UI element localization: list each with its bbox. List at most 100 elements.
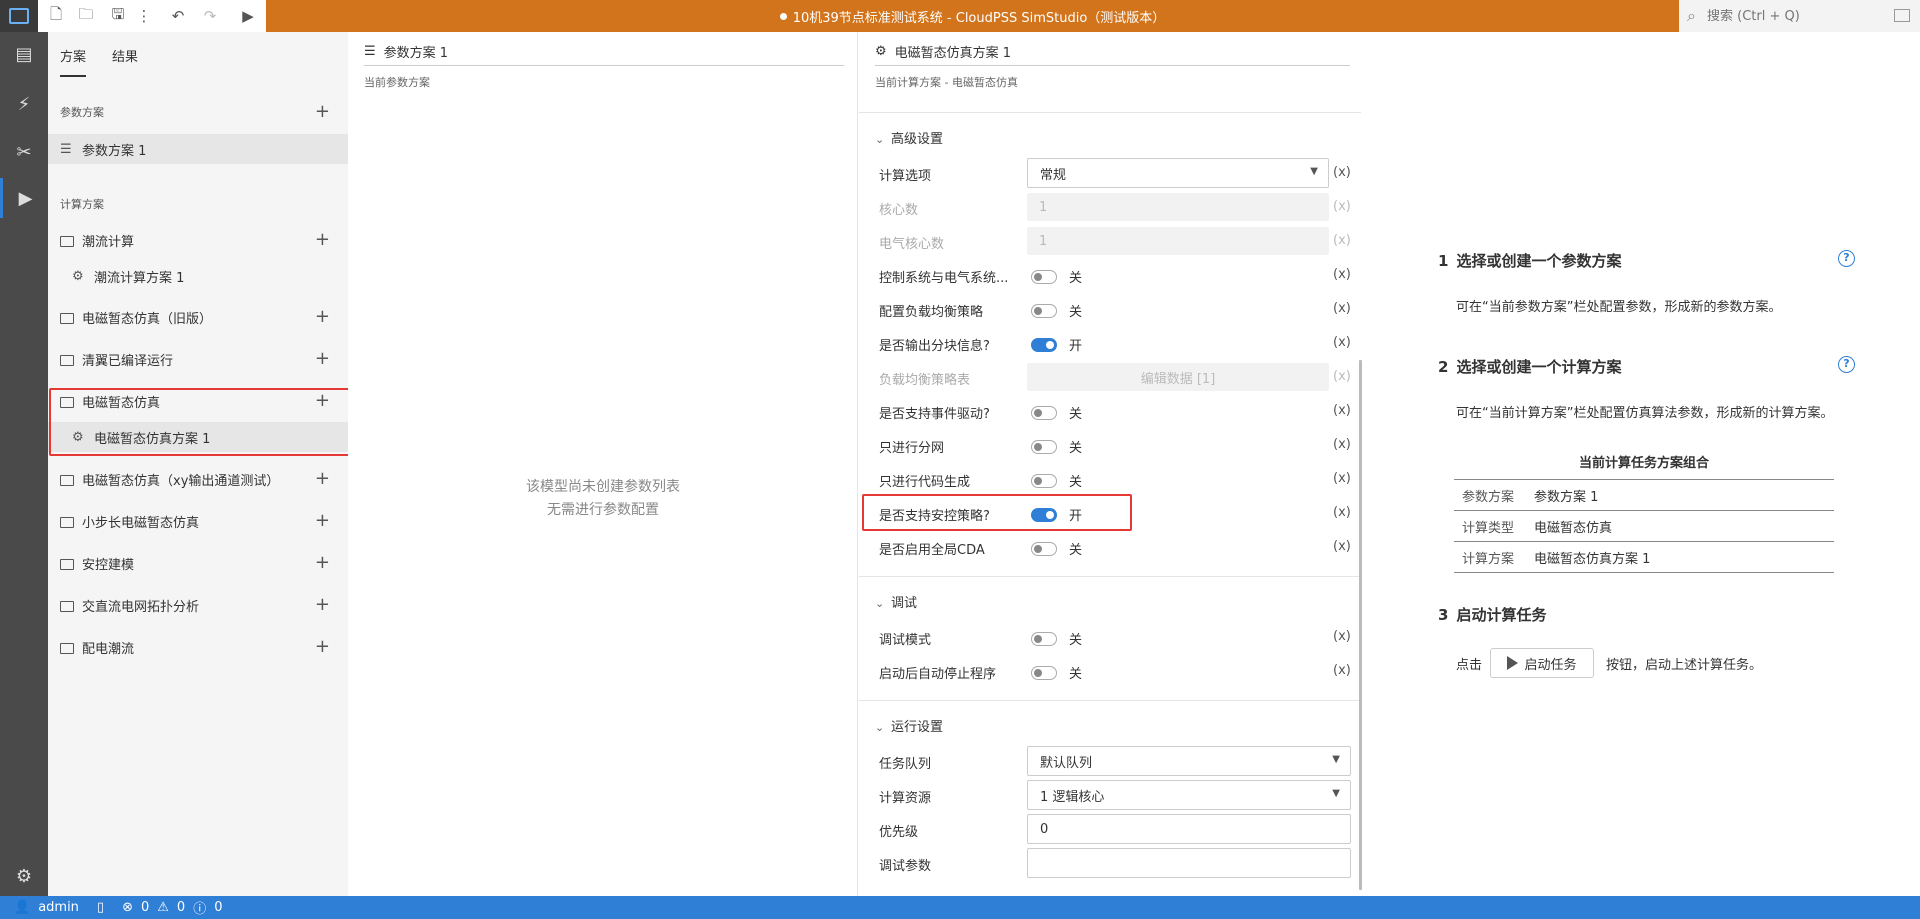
search-input[interactable] bbox=[1707, 8, 1867, 24]
priority-value: 0 bbox=[1040, 821, 1049, 837]
ctrl-sys-label: 控制系统与电气系统... bbox=[879, 271, 1009, 286]
expr-toggle[interactable]: (x) bbox=[1333, 403, 1351, 418]
debug-params-input[interactable] bbox=[1027, 848, 1351, 878]
calc-group[interactable]: 潮流计算 bbox=[48, 225, 348, 255]
calc-group[interactable]: 电磁暂态仿真（旧版） bbox=[48, 302, 348, 332]
balance-table-value: 编辑数据 [1] bbox=[1140, 371, 1216, 387]
start-task-button[interactable]: 启动任务 bbox=[1490, 648, 1594, 678]
step1-text: 可在“当前参数方案”栏处配置参数，形成新的参数方案。 bbox=[1456, 300, 1782, 315]
app-logo[interactable] bbox=[0, 0, 38, 32]
expr-toggle[interactable]: (x) bbox=[1333, 539, 1351, 554]
calc-panel-title: 电磁暂态仿真方案 1 bbox=[894, 46, 1012, 61]
calc-scheme-label: 潮流计算方案 1 bbox=[94, 270, 185, 286]
add-calc-button[interactable]: + bbox=[315, 596, 330, 614]
expr-toggle[interactable]: (x) bbox=[1333, 301, 1351, 316]
expr-toggle[interactable]: (x) bbox=[1333, 663, 1351, 678]
sliders-icon: ☰ bbox=[364, 44, 376, 59]
block-toggle[interactable] bbox=[1031, 338, 1057, 352]
window-icon[interactable] bbox=[1894, 9, 1910, 22]
calc-group-label: 小步长电磁暂态仿真 bbox=[82, 515, 200, 531]
highlight-box bbox=[49, 388, 357, 456]
add-calc-button[interactable]: + bbox=[315, 512, 330, 530]
expr-toggle[interactable]: (x) bbox=[1333, 471, 1351, 486]
open-folder-icon[interactable]: 🗀 bbox=[76, 5, 96, 26]
balance-toggle[interactable] bbox=[1031, 304, 1057, 318]
queue-select[interactable]: 默认队列 ▼ bbox=[1027, 746, 1351, 776]
priority-input[interactable]: 0 bbox=[1027, 814, 1351, 844]
add-calc-button[interactable]: + bbox=[315, 350, 330, 368]
add-calc-button[interactable]: + bbox=[315, 470, 330, 488]
expr-toggle[interactable]: (x) bbox=[1333, 629, 1351, 644]
partition-label: 只进行分网 bbox=[879, 441, 945, 456]
calc-group[interactable]: 交直流电网拓扑分析 bbox=[48, 590, 348, 620]
table-row: 计算类型 电磁暂态仿真 bbox=[1454, 511, 1834, 542]
settings-icon[interactable]: ⚙ bbox=[0, 856, 48, 896]
user-name[interactable]: admin bbox=[38, 900, 79, 915]
gears-icon: ⚙ bbox=[875, 44, 887, 59]
add-calc-button[interactable]: + bbox=[315, 308, 330, 326]
expr-toggle[interactable]: (x) bbox=[1333, 437, 1351, 452]
redo-icon[interactable]: ↷ bbox=[200, 6, 220, 26]
add-calc-button[interactable]: + bbox=[315, 554, 330, 572]
autostop-label: 启动后自动停止程序 bbox=[879, 667, 997, 682]
calc-group[interactable]: 安控建模 bbox=[48, 548, 348, 578]
param-item[interactable]: ☰ 参数方案 1 bbox=[48, 134, 348, 164]
tab-results[interactable]: 结果 bbox=[112, 46, 138, 77]
autostop-toggle[interactable] bbox=[1031, 666, 1057, 680]
calc-group[interactable]: 配电潮流 bbox=[48, 632, 348, 662]
expr-toggle[interactable]: (x) bbox=[1333, 505, 1351, 520]
partition-toggle[interactable] bbox=[1031, 440, 1057, 454]
info-count[interactable]: 0 bbox=[214, 900, 222, 915]
search-box[interactable]: ⌕ bbox=[1679, 0, 1920, 32]
partition-value: 关 bbox=[1069, 441, 1083, 456]
advanced-section-title: 高级设置 bbox=[891, 132, 944, 147]
start-task-label: 启动任务 bbox=[1524, 657, 1577, 673]
expr-toggle[interactable]: (x) bbox=[1333, 165, 1351, 180]
step2-title: 2 选择或创建一个计算方案 bbox=[1438, 358, 1622, 376]
debug-mode-toggle[interactable] bbox=[1031, 632, 1057, 646]
add-calc-button[interactable]: + bbox=[315, 638, 330, 656]
elec-cores-label: 电气核心数 bbox=[879, 237, 945, 252]
error-count[interactable]: 0 bbox=[141, 900, 149, 915]
new-file-icon[interactable]: 🗋 bbox=[46, 5, 66, 26]
chevron-down-icon: ⌄ bbox=[875, 721, 885, 734]
debug-params-label: 调试参数 bbox=[879, 859, 932, 874]
tab-scheme[interactable]: 方案 bbox=[60, 46, 87, 77]
calc-option-select[interactable]: 常规 ▼ bbox=[1027, 158, 1329, 188]
resource-select[interactable]: 1 逻辑核心 ▼ bbox=[1027, 780, 1351, 810]
calc-group[interactable]: 小步长电磁暂态仿真 bbox=[48, 506, 348, 536]
add-calc-button[interactable]: + bbox=[315, 231, 330, 249]
chevron-down-icon: ⌄ bbox=[875, 133, 885, 146]
ctrl-sys-toggle[interactable] bbox=[1031, 270, 1057, 284]
empty-message: 该模型尚未创建参数列表 无需进行参数配置 bbox=[348, 476, 858, 522]
run-icon[interactable]: ▶ bbox=[238, 6, 258, 26]
save-icon[interactable]: 🖫 bbox=[108, 5, 128, 26]
more-icon[interactable]: ⋮ bbox=[134, 6, 154, 26]
help-icon[interactable]: ? bbox=[1838, 356, 1855, 373]
divider bbox=[859, 700, 1361, 701]
advanced-section-header[interactable]: ⌄ 高级设置 bbox=[875, 128, 943, 147]
undo-icon[interactable]: ↶ bbox=[168, 6, 188, 26]
debug-section-header[interactable]: ⌄ 调试 bbox=[875, 592, 917, 611]
tools-icon[interactable]: ✂ bbox=[0, 132, 48, 172]
calc-scheme-item[interactable]: ⚙ 潮流计算方案 1 bbox=[48, 261, 348, 291]
plugin-icon[interactable]: ⚡ bbox=[0, 84, 48, 124]
calc-group[interactable]: 清翼已编译运行 bbox=[48, 344, 348, 374]
expr-toggle: (x) bbox=[1333, 199, 1351, 214]
top-bar: 🗋 🗀 🖫 ⋮ ↶ ↷ ▶ 10机39节点标准测试系统 - CloudPSS S… bbox=[0, 0, 1920, 32]
simulation-icon[interactable]: ▶ bbox=[0, 178, 48, 218]
cda-toggle[interactable] bbox=[1031, 542, 1057, 556]
expr-toggle[interactable]: (x) bbox=[1333, 335, 1351, 350]
expr-toggle[interactable]: (x) bbox=[1333, 267, 1351, 282]
calc-group[interactable]: 电磁暂态仿真（xy输出通道测试） bbox=[48, 464, 348, 494]
codegen-toggle[interactable] bbox=[1031, 474, 1057, 488]
run-section-header[interactable]: ⌄ 运行设置 bbox=[875, 716, 943, 735]
chevron-down-icon: ▼ bbox=[1332, 788, 1340, 799]
add-param-button[interactable]: + bbox=[315, 103, 330, 121]
overview-icon[interactable]: ▤ bbox=[0, 34, 48, 74]
warning-count[interactable]: 0 bbox=[177, 900, 185, 915]
event-toggle[interactable] bbox=[1031, 406, 1057, 420]
step3-title: 3 启动计算任务 bbox=[1438, 606, 1547, 624]
step1-title: 1 选择或创建一个参数方案 bbox=[1438, 252, 1622, 270]
help-icon[interactable]: ? bbox=[1838, 250, 1855, 267]
